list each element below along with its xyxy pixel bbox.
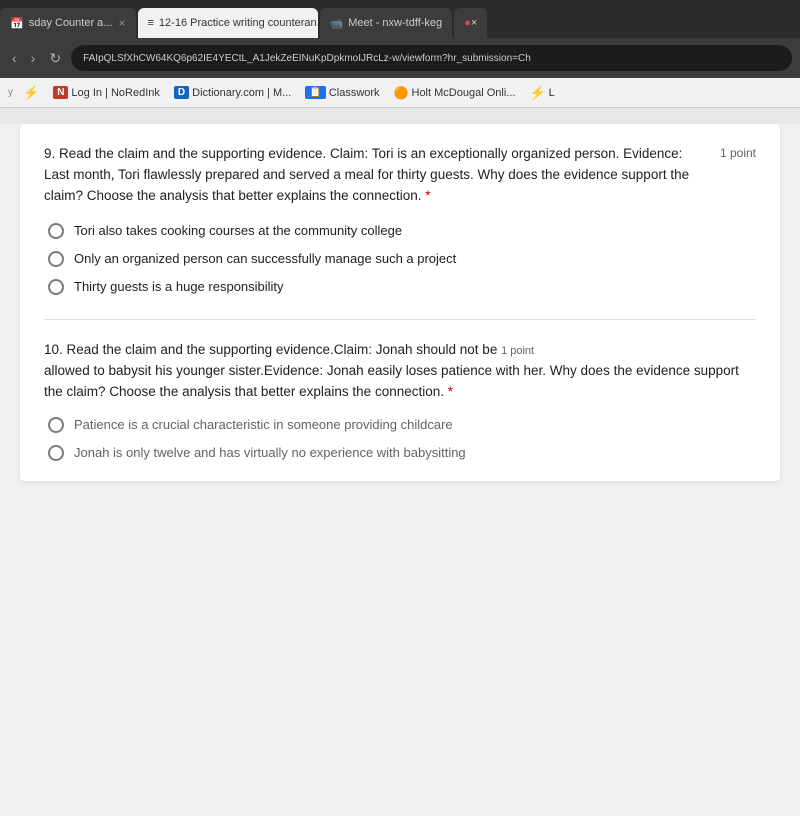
bookmark-classwork[interactable]: 📋 Classwork <box>301 84 383 101</box>
classwork-label: Classwork <box>329 87 380 99</box>
tab-practice-label: 12-16 Practice writing counteran... <box>159 17 318 29</box>
question-10-block: 10. Read the claim and the supporting ev… <box>44 340 756 461</box>
bookmarks-bar: y ⚡ N Log In | NoRedInk D Dictionary.com… <box>0 78 800 108</box>
noredink-icon: N <box>53 86 68 99</box>
holt-label: Holt McDougal Onli... <box>412 87 516 99</box>
option-10-2-text: Jonah is only twelve and has virtually n… <box>74 445 466 460</box>
question-9-option-2[interactable]: Only an organized person can successfull… <box>48 251 756 267</box>
question-10-options: Patience is a crucial characteristic in … <box>44 417 756 461</box>
address-bar-text: FAIpQLSfXhCW64KQ6p62IE4YECtL_A1JekZeEINu… <box>83 53 531 64</box>
holt-icon: 🟠 <box>394 86 409 100</box>
dictionary-label: Dictionary.com | M... <box>192 87 291 99</box>
question-10-header: 10. Read the claim and the supporting ev… <box>44 340 756 403</box>
question-9-points: 1 point <box>720 144 756 160</box>
radio-9-1[interactable] <box>48 223 64 239</box>
tab-counter-close[interactable]: × <box>118 16 125 30</box>
question-10-points-inline: 1 point <box>501 345 534 357</box>
option-9-2-text: Only an organized person can successfull… <box>74 251 456 266</box>
bolt2-extra: L <box>549 87 555 99</box>
tab-meet-label: Meet - nxw-tdff-keg <box>348 17 442 29</box>
question-9-option-3[interactable]: Thirty guests is a huge responsibility <box>48 279 756 295</box>
question-9-options: Tori also takes cooking courses at the c… <box>44 223 756 295</box>
tab-counter[interactable]: 📅 sday Counter a... × <box>0 8 136 38</box>
bolt2-icon: ⚡ <box>529 85 545 101</box>
tab-meet[interactable]: 📹 Meet - nxw-tdff-keg <box>320 8 453 38</box>
bookmark-bolt1[interactable]: ⚡ <box>19 83 43 103</box>
tab-x-label: × <box>471 17 477 29</box>
question-9-header: 9. Read the claim and the supporting evi… <box>44 144 756 207</box>
bookmarks-label: y <box>8 87 13 98</box>
bookmark-dictionary[interactable]: D Dictionary.com | M... <box>170 84 295 101</box>
bookmark-holt[interactable]: 🟠 Holt McDougal Onli... <box>390 84 520 102</box>
bolt1-icon: ⚡ <box>23 85 39 101</box>
option-9-1-text: Tori also takes cooking courses at the c… <box>74 223 402 238</box>
classwork-icon: 📋 <box>305 86 325 99</box>
back-button[interactable]: ‹ <box>8 48 21 68</box>
address-bar[interactable]: FAIpQLSfXhCW64KQ6p62IE4YECtL_A1JekZeEINu… <box>71 45 792 71</box>
question-9-block: 9. Read the claim and the supporting evi… <box>44 144 756 295</box>
question-10-option-2[interactable]: Jonah is only twelve and has virtually n… <box>48 445 756 461</box>
form-container: 9. Read the claim and the supporting evi… <box>20 124 780 481</box>
tab-meet-icon: 📹 <box>330 17 344 30</box>
option-9-3-text: Thirty guests is a huge responsibility <box>74 279 284 294</box>
radio-10-2[interactable] <box>48 445 64 461</box>
tab-counter-label: sday Counter a... <box>29 17 113 29</box>
main-content: 9. Read the claim and the supporting evi… <box>0 124 800 816</box>
browser-chrome: 📅 sday Counter a... × ≡ 12-16 Practice w… <box>0 0 800 108</box>
tab-practice-icon: ≡ <box>148 17 154 29</box>
tab-close-btn[interactable]: ● × <box>454 8 487 38</box>
refresh-button[interactable]: ↻ <box>45 48 65 69</box>
radio-9-3[interactable] <box>48 279 64 295</box>
radio-10-1[interactable] <box>48 417 64 433</box>
question-9-option-1[interactable]: Tori also takes cooking courses at the c… <box>48 223 756 239</box>
forward-button[interactable]: › <box>27 48 40 68</box>
option-10-1-text: Patience is a crucial characteristic in … <box>74 417 453 432</box>
question-10-option-1[interactable]: Patience is a crucial characteristic in … <box>48 417 756 433</box>
question-9-number: 9. <box>44 146 55 161</box>
bookmark-bolt2[interactable]: ⚡ L <box>525 83 558 103</box>
tab-counter-icon: 📅 <box>10 17 24 30</box>
section-divider <box>44 319 756 320</box>
tab-bar: 📅 sday Counter a... × ≡ 12-16 Practice w… <box>0 0 800 38</box>
noredink-label: Log In | NoRedInk <box>71 87 159 99</box>
question-10-text: 10. Read the claim and the supporting ev… <box>44 340 756 403</box>
question-10-body: Read the claim and the supporting eviden… <box>67 342 502 357</box>
bookmark-noredink[interactable]: N Log In | NoRedInk <box>49 84 164 101</box>
question-9-text: 9. Read the claim and the supporting evi… <box>44 144 708 207</box>
question-10-body-2: allowed to babysit his younger sister.Ev… <box>44 363 739 399</box>
question-9-body: Read the claim and the supporting eviden… <box>44 146 689 203</box>
question-10-number: 10. <box>44 342 63 357</box>
radio-9-2[interactable] <box>48 251 64 267</box>
address-bar-area: ‹ › ↻ FAIpQLSfXhCW64KQ6p62IE4YECtL_A1Jek… <box>0 38 800 78</box>
dictionary-icon: D <box>174 86 189 99</box>
tab-practice[interactable]: ≡ 12-16 Practice writing counteran... × <box>138 8 318 38</box>
